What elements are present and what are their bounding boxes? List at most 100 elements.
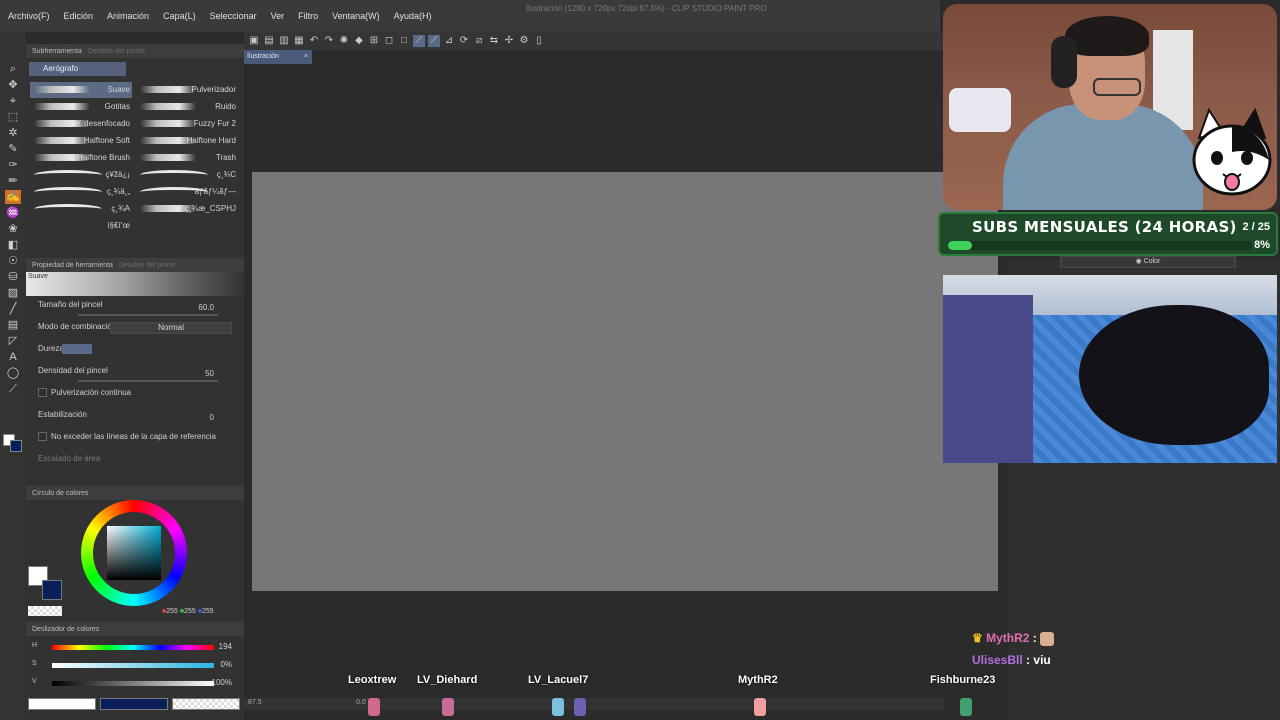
no-exceed-row[interactable]: No exceder las líneas de la capa de refe… [26, 430, 244, 452]
no-exceed-checkbox[interactable] [38, 432, 47, 442]
brush-size-value[interactable]: 60.0 [198, 301, 214, 315]
subtool-item[interactable]: ç¸¾æ_CSPHJ [136, 201, 238, 217]
airbrush-tool-icon[interactable]: ✍ [5, 190, 21, 204]
value-value[interactable]: 100% [212, 678, 232, 687]
brush-tool-icon[interactable]: ♒ [5, 206, 21, 220]
crop-icon[interactable]: ⧄ [473, 35, 485, 47]
undo-icon[interactable]: ↶ [308, 35, 320, 47]
close-icon[interactable]: × [304, 50, 308, 64]
selection-tool-icon[interactable]: ⬚ [5, 110, 21, 124]
hardness-selector[interactable] [62, 344, 92, 354]
menu-archivo[interactable]: Archivo(F) [8, 11, 50, 21]
frame-tool-icon[interactable]: ▤ [5, 318, 21, 332]
stabilization-value[interactable]: 0 [210, 411, 214, 425]
operation-tool-icon[interactable]: ⌖ [5, 94, 21, 108]
canvas-icon[interactable]: ▣ [248, 35, 260, 47]
color-mode-select[interactable]: ◉ Color [1060, 256, 1236, 268]
subtool-item[interactable]: ãƒ­ãƒ¼ãƒ— [136, 184, 238, 200]
auto-select-tool-icon[interactable]: ✲ [5, 126, 21, 140]
hue-row[interactable]: H 194 [32, 642, 238, 652]
brush-size-row[interactable]: Tamaño del pincel 60.0 [26, 298, 244, 320]
settings-icon[interactable]: ⚙ [518, 35, 530, 47]
density-row[interactable]: Densidad del pincel 50 [26, 364, 244, 386]
ruler-tool-icon[interactable]: ◸ [5, 334, 21, 348]
menu-filtro[interactable]: Filtro [298, 11, 318, 21]
subtool-item[interactable]: Ruido [136, 99, 238, 115]
saturation-value[interactable]: 0% [220, 660, 232, 669]
subtool-item[interactable]: Pulverizador [136, 82, 238, 98]
color-slider-title[interactable]: Deslizador de colores [32, 626, 99, 633]
sub-color-box[interactable] [42, 580, 62, 600]
balloon-tool-icon[interactable]: ◯ [5, 366, 21, 380]
saturation-row[interactable]: S 0% [32, 660, 238, 670]
fill-icon[interactable]: ◆ [353, 35, 365, 47]
menu-ventana[interactable]: Ventana(W) [332, 11, 380, 21]
correct-line-tool-icon[interactable]: ⟋ [5, 382, 21, 396]
hardness-row[interactable]: Dureza [26, 342, 244, 364]
subtool-item[interactable]: Pulver. desenfocado [30, 116, 132, 132]
subtool-item[interactable]: ç¸¾C [136, 167, 238, 183]
select-icon[interactable]: □ [398, 35, 410, 47]
transparent-color-bar[interactable] [172, 698, 240, 710]
continuous-spray-row[interactable]: Pulverización continua [26, 386, 244, 408]
menu-edicion[interactable]: Edición [64, 11, 94, 21]
subtool-item[interactable]: Gotitas [30, 99, 132, 115]
transparent-color-box[interactable] [28, 606, 62, 616]
tool-property-tab[interactable]: Propiedad de herramienta [32, 262, 113, 269]
eyedropper-tool-icon[interactable]: ✎ [5, 142, 21, 156]
stabilization-row[interactable]: Estabilización 0 [26, 408, 244, 430]
menu-animacion[interactable]: Animación [107, 11, 149, 21]
subtool-item[interactable]: Fuzzy Fur 2 [136, 116, 238, 132]
snap-grid-icon[interactable]: ⊿ [443, 35, 455, 47]
sub-color-swatch[interactable] [10, 440, 22, 452]
blend-tool-icon[interactable]: ☉ [5, 254, 21, 268]
open-file-icon[interactable]: ▥ [278, 35, 290, 47]
subtool-tab[interactable]: Subherramienta [32, 48, 82, 55]
subtool-item[interactable]: Suave [30, 82, 132, 98]
brush-size-slider[interactable] [78, 314, 218, 316]
smartphone-icon[interactable]: ▯ [533, 35, 545, 47]
figure-tool-icon[interactable]: ╱ [5, 302, 21, 316]
value-row[interactable]: V 100% [32, 678, 238, 688]
gradient-tool-icon[interactable]: ▨ [5, 286, 21, 300]
brush-details-tab[interactable]: Detalles del pincel [88, 48, 145, 55]
hue-value[interactable]: 194 [219, 642, 232, 651]
pencil-tool-icon[interactable]: ✏ [5, 174, 21, 188]
menu-seleccionar[interactable]: Seleccionar [210, 11, 257, 21]
value-slider[interactable] [52, 681, 214, 686]
flip-icon[interactable]: ⇆ [488, 35, 500, 47]
density-value[interactable]: 50 [205, 367, 214, 381]
blend-mode-select[interactable]: Normal [110, 322, 232, 334]
zoom-tool-icon[interactable]: ⌕ [5, 62, 21, 76]
pin-icon[interactable]: ✢ [503, 35, 515, 47]
transform-icon[interactable]: ⊞ [368, 35, 380, 47]
clear-icon[interactable]: ◻ [383, 35, 395, 47]
move-tool-icon[interactable]: ✥ [5, 78, 21, 92]
area-scaling-row[interactable]: Escalado de área [26, 452, 244, 474]
subtool-item[interactable]: Halftone Hard [136, 133, 238, 149]
subtool-item[interactable]: ç¥žä¿¡ [30, 167, 132, 183]
eraser-tool-icon[interactable]: ◧ [5, 238, 21, 252]
subtool-item[interactable]: Halftone Soft [30, 133, 132, 149]
brush-details-tab-2[interactable]: Detalles del pincel [119, 262, 176, 269]
subtool-item[interactable]: Trash [136, 150, 238, 166]
decoration-tool-icon[interactable]: ❀ [5, 222, 21, 236]
saturation-value-square[interactable] [107, 526, 161, 580]
drawing-canvas[interactable] [252, 172, 998, 591]
saturation-slider[interactable] [52, 663, 214, 668]
color-wheel[interactable] [81, 500, 187, 606]
color-wheel-title[interactable]: Círculo de colores [32, 490, 88, 497]
new-file-icon[interactable]: ▤ [263, 35, 275, 47]
text-tool-icon[interactable]: A [5, 350, 21, 364]
fill-tool-icon[interactable]: ⛁ [5, 270, 21, 284]
menu-capa[interactable]: Capa(L) [163, 11, 196, 21]
menu-ayuda[interactable]: Ayuda(H) [394, 11, 432, 21]
subtool-item[interactable]: ç¸¾ä¸„ [30, 184, 132, 200]
loading-icon[interactable]: ✺ [338, 35, 350, 47]
canvas-tab[interactable]: Ilustración × [244, 50, 312, 64]
subtool-item[interactable]: ì§€í‘œ [30, 218, 132, 234]
redo-icon[interactable]: ↷ [323, 35, 335, 47]
main-color-bar[interactable] [28, 698, 96, 710]
density-slider[interactable] [78, 380, 218, 382]
rotate-icon[interactable]: ⟳ [458, 35, 470, 47]
